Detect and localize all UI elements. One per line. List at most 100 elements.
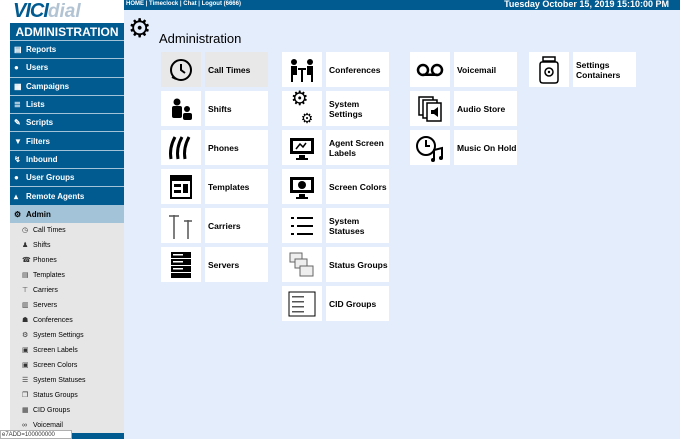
- tile-label: Status Groups: [326, 247, 389, 282]
- carriers-icon: ⊤: [22, 287, 29, 295]
- tile-conferences[interactable]: Conferences: [282, 52, 389, 87]
- submenu-item-label: System Statuses: [33, 376, 86, 384]
- templates-icon: ▤: [22, 272, 29, 280]
- chat-link[interactable]: Chat: [183, 1, 196, 7]
- submenu-item-call-times[interactable]: ◷ Call Times: [10, 223, 124, 238]
- sidebar: VICI dial ADMINISTRATION ▤ Reports ● Users …: [10, 0, 124, 439]
- tile-label: Music On Hold: [454, 130, 517, 165]
- tile-carriers[interactable]: Carriers: [161, 208, 268, 243]
- submenu-item-conferences[interactable]: ☗ Conferences: [10, 313, 124, 328]
- screen-labels-icon: [282, 130, 322, 165]
- tile-system-statuses[interactable]: System Statuses: [282, 208, 389, 243]
- submenu-item-status-groups[interactable]: ❐ Status Groups: [10, 388, 124, 403]
- sidebar-item-label: Reports: [26, 45, 57, 55]
- carriers-icon: [161, 208, 201, 243]
- tile-label: Screen Colors: [326, 169, 389, 204]
- cid-groups-icon: [282, 286, 322, 321]
- tile-agent-screen-labels[interactable]: Agent Screen Labels: [282, 130, 389, 165]
- tile-screen-colors[interactable]: Screen Colors: [282, 169, 389, 204]
- sidebar-item-filters[interactable]: ▼ Filters: [10, 131, 124, 150]
- voicemail-icon: [410, 52, 450, 87]
- logout-link[interactable]: Logout (6666): [202, 1, 241, 7]
- sidebar-item-scripts[interactable]: ✎ Scripts: [10, 113, 124, 132]
- tile-system-settings[interactable]: ⚙ ⚙ System Settings: [282, 89, 389, 126]
- tile-label: Settings Containers: [573, 52, 636, 87]
- sidebar-item-label: Users: [26, 63, 49, 73]
- users-icon: ●: [14, 63, 19, 73]
- tile-voicemail[interactable]: Voicemail: [410, 52, 517, 87]
- submenu-item-templates[interactable]: ▤ Templates: [10, 268, 124, 283]
- settings-containers-icon: [529, 52, 569, 87]
- sidebar-item-label: Campaigns: [26, 81, 70, 91]
- submenu-item-servers[interactable]: ▥ Servers: [10, 298, 124, 313]
- gear-icon: ⚙: [14, 209, 22, 219]
- submenu-item-carriers[interactable]: ⊤ Carriers: [10, 283, 124, 298]
- tile-settings-containers[interactable]: Settings Containers: [529, 52, 636, 87]
- submenu-item-label: Templates: [33, 271, 65, 279]
- submenu-item-label: CID Groups: [33, 406, 70, 414]
- tile-status-groups[interactable]: Status Groups: [282, 247, 389, 282]
- tile-shifts[interactable]: Shifts: [161, 91, 268, 126]
- home-link[interactable]: HOME: [126, 1, 144, 7]
- submenu-item-screen-labels[interactable]: ▣ Screen Labels: [10, 343, 124, 358]
- submenu-item-phones[interactable]: ☎ Phones: [10, 253, 124, 268]
- phones-icon: [161, 130, 201, 165]
- tile-label: Carriers: [205, 208, 268, 243]
- filter-icon: ▼: [14, 136, 22, 146]
- music-on-hold-icon: [410, 130, 450, 165]
- shifts-icon: [161, 91, 201, 126]
- tile-label: System Statuses: [326, 208, 389, 243]
- screen-colors-icon: ▣: [22, 362, 29, 370]
- list-icon: ≣: [14, 100, 21, 110]
- header-date: Tuesday October 15, 2019 15:10:00 PM: [504, 0, 669, 9]
- screen-labels-icon: ▣: [22, 347, 29, 355]
- tile-cid-groups[interactable]: CID Groups: [282, 286, 389, 321]
- servers-icon: ▥: [22, 302, 29, 310]
- tile-label: Conferences: [326, 52, 389, 87]
- sidebar-item-admin[interactable]: ⚙ Admin: [10, 204, 124, 223]
- tile-audio-store[interactable]: Audio Store: [410, 91, 517, 126]
- tile-label: Audio Store: [454, 91, 517, 126]
- submenu-item-system-statuses[interactable]: ☰ System Statuses: [10, 373, 124, 388]
- sidebar-item-label: Admin: [26, 209, 51, 219]
- submenu-item-system-settings[interactable]: ⚙ System Settings: [10, 328, 124, 343]
- timeclock-link[interactable]: Timeclock: [149, 1, 178, 7]
- sidebar-item-inbound[interactable]: ↯ Inbound: [10, 149, 124, 169]
- phones-icon: ☎: [22, 257, 31, 265]
- sidebar-item-users[interactable]: ● Users: [10, 58, 124, 77]
- conferences-icon: [282, 52, 322, 87]
- tile-phones[interactable]: Phones: [161, 130, 268, 165]
- sidebar-item-remote-agents[interactable]: ▴ Remote Agents: [10, 186, 124, 205]
- audio-store-icon: [410, 91, 450, 126]
- status-groups-icon: ❐: [22, 392, 29, 400]
- sidebar-item-label: Scripts: [26, 118, 54, 128]
- sidebar-item-campaigns[interactable]: ▦ Campaigns: [10, 76, 124, 95]
- submenu-item-screen-colors[interactable]: ▣ Screen Colors: [10, 358, 124, 373]
- sidebar-item-reports[interactable]: ▤ Reports: [10, 40, 124, 59]
- submenu-item-shifts[interactable]: ♟ Shifts: [10, 238, 124, 253]
- sidebar-item-user-groups[interactable]: ● User Groups: [10, 168, 124, 187]
- vicidial-logo[interactable]: VICI dial: [10, 0, 124, 24]
- tile-servers[interactable]: Servers: [161, 247, 268, 282]
- tile-call-times[interactable]: Call Times: [161, 52, 268, 87]
- tile-label: Agent Screen Labels: [326, 130, 389, 165]
- shifts-icon: ♟: [22, 242, 29, 250]
- submenu-item-label: System Settings: [33, 331, 84, 339]
- screen-colors-icon: [282, 169, 322, 204]
- templates-icon: [161, 169, 201, 204]
- tile-templates[interactable]: Templates: [161, 169, 268, 204]
- tile-label: Phones: [205, 130, 268, 165]
- cid-groups-icon: ▦: [22, 407, 29, 415]
- submenu-item-cid-groups[interactable]: ▦ CID Groups: [10, 403, 124, 418]
- status-groups-icon: [282, 247, 322, 282]
- main-content: ⚙ Administration Call Times Shifts Phone…: [124, 10, 680, 439]
- sidebar-item-label: Filters: [26, 136, 51, 146]
- campaigns-icon: ▦: [14, 81, 22, 91]
- submenu-item-label: Voicemail: [33, 421, 63, 429]
- tile-music-on-hold[interactable]: Music On Hold: [410, 130, 517, 165]
- submenu-item-label: Screen Colors: [33, 361, 78, 369]
- sidebar-item-lists[interactable]: ≣ Lists: [10, 94, 124, 114]
- remote-agents-icon: ▴: [14, 191, 19, 201]
- sidebar-item-label: User Groups: [26, 173, 75, 183]
- tile-label: Call Times: [205, 52, 268, 87]
